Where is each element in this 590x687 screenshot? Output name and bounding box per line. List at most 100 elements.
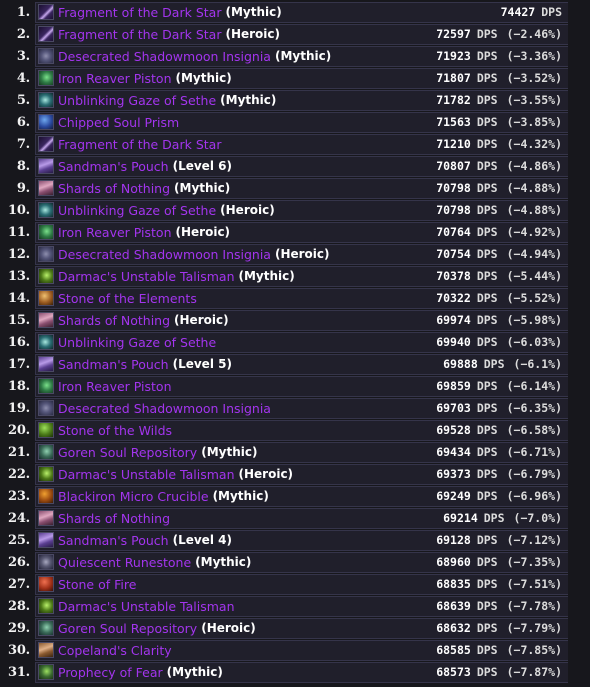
item-name[interactable]: Desecrated Shadowmoon Insignia: [58, 401, 271, 416]
ranking-row-body[interactable]: Unblinking Gaze of Sethe (Heroic) 70798 DPS…: [35, 199, 568, 221]
ranking-row[interactable]: 22. Darmac's Unstable Talisman (Heroic) 693…: [0, 463, 590, 485]
item-icon[interactable]: [38, 664, 54, 680]
ranking-row-body[interactable]: Stone of the Elements 70322 DPS (−5.52%): [35, 287, 568, 309]
ranking-row-body[interactable]: Fragment of the Dark Star (Heroic) 72597 DP…: [35, 23, 568, 45]
ranking-row-body[interactable]: Blackiron Micro Crucible (Mythic) 69249 DPS…: [35, 485, 568, 507]
ranking-row-body[interactable]: Sandman's Pouch (Level 5) 69888 DPS (−6.1%): [35, 353, 568, 375]
item-name[interactable]: Prophecy of Fear: [58, 665, 163, 680]
item-name[interactable]: Goren Soul Repository: [58, 445, 197, 460]
item-icon[interactable]: [38, 180, 54, 196]
item-icon[interactable]: [38, 202, 54, 218]
ranking-row-body[interactable]: Sandman's Pouch (Level 6) 70807 DPS (−4.86%): [35, 155, 568, 177]
ranking-row[interactable]: 31. Prophecy of Fear (Mythic) 68573 DPS (−7.8…: [0, 661, 590, 683]
item-name[interactable]: Stone of Fire: [58, 577, 136, 592]
ranking-row-body[interactable]: Stone of Fire 68835 DPS (−7.51%): [35, 573, 568, 595]
ranking-row[interactable]: 28. Darmac's Unstable Talisman 68639 DPS (−7…: [0, 595, 590, 617]
ranking-row[interactable]: 23. Blackiron Micro Crucible (Mythic) 69249…: [0, 485, 590, 507]
item-icon[interactable]: [38, 400, 54, 416]
item-name[interactable]: Blackiron Micro Crucible: [58, 489, 209, 504]
ranking-row-body[interactable]: Chipped Soul Prism 71563 DPS (−3.85%): [35, 111, 568, 133]
item-name[interactable]: Chipped Soul Prism: [58, 115, 179, 130]
ranking-row-body[interactable]: Shards of Nothing (Heroic) 69974 DPS (−5.98%…: [35, 309, 568, 331]
ranking-row[interactable]: 14. Stone of the Elements 70322 DPS (−5.52%): [0, 287, 590, 309]
item-name[interactable]: Stone of the Wilds: [58, 423, 172, 438]
ranking-row-body[interactable]: Fragment of the Dark Star 71210 DPS (−4.32%…: [35, 133, 568, 155]
item-icon[interactable]: [38, 532, 54, 548]
item-icon[interactable]: [38, 576, 54, 592]
ranking-row-body[interactable]: Darmac's Unstable Talisman 68639 DPS (−7.78…: [35, 595, 568, 617]
item-name[interactable]: Shards of Nothing: [58, 511, 170, 526]
item-name[interactable]: Goren Soul Repository: [58, 621, 197, 636]
item-name[interactable]: Unblinking Gaze of Sethe: [58, 335, 216, 350]
item-name[interactable]: Quiescent Runestone: [58, 555, 191, 570]
ranking-row[interactable]: 3. Desecrated Shadowmoon Insignia (Mythic)…: [0, 45, 590, 67]
item-icon[interactable]: [38, 642, 54, 658]
item-icon[interactable]: [38, 444, 54, 460]
ranking-row-body[interactable]: Shards of Nothing 69214 DPS (−7.0%): [35, 507, 568, 529]
ranking-row-body[interactable]: Unblinking Gaze of Sethe (Mythic) 71782 DPS…: [35, 89, 568, 111]
ranking-row-body[interactable]: Desecrated Shadowmoon Insignia 69703 DPS (−…: [35, 397, 568, 419]
item-icon[interactable]: [38, 246, 54, 262]
item-name[interactable]: Sandman's Pouch: [58, 159, 169, 174]
ranking-row[interactable]: 13. Darmac's Unstable Talisman (Mythic) 703…: [0, 265, 590, 287]
ranking-row[interactable]: 9. Shards of Nothing (Mythic) 70798 DPS (−4.8…: [0, 177, 590, 199]
item-name[interactable]: Darmac's Unstable Talisman: [58, 599, 235, 614]
item-name[interactable]: Iron Reaver Piston: [58, 379, 172, 394]
item-name[interactable]: Unblinking Gaze of Sethe: [58, 93, 216, 108]
ranking-row[interactable]: 24. Shards of Nothing 69214 DPS (−7.0%): [0, 507, 590, 529]
ranking-row[interactable]: 12. Desecrated Shadowmoon Insignia (Heroic…: [0, 243, 590, 265]
ranking-row[interactable]: 8. Sandman's Pouch (Level 6) 70807 DPS (−4.86…: [0, 155, 590, 177]
ranking-row-body[interactable]: Stone of the Wilds 69528 DPS (−6.58%): [35, 419, 568, 441]
ranking-row[interactable]: 5. Unblinking Gaze of Sethe (Mythic) 71782 D…: [0, 89, 590, 111]
item-icon[interactable]: [38, 620, 54, 636]
ranking-row[interactable]: 27. Stone of Fire 68835 DPS (−7.51%): [0, 573, 590, 595]
item-name[interactable]: Unblinking Gaze of Sethe: [58, 203, 216, 218]
item-name[interactable]: Iron Reaver Piston: [58, 71, 172, 86]
item-name[interactable]: Desecrated Shadowmoon Insignia: [58, 247, 271, 262]
item-name[interactable]: Iron Reaver Piston: [58, 225, 172, 240]
item-icon[interactable]: [38, 598, 54, 614]
item-icon[interactable]: [38, 224, 54, 240]
ranking-row[interactable]: 2. Fragment of the Dark Star (Heroic) 72597…: [0, 23, 590, 45]
ranking-row-body[interactable]: Goren Soul Repository (Mythic) 69434 DPS (−6…: [35, 441, 568, 463]
ranking-row[interactable]: 19. Desecrated Shadowmoon Insignia 69703 DP…: [0, 397, 590, 419]
item-icon[interactable]: [38, 136, 54, 152]
ranking-row[interactable]: 11. Iron Reaver Piston (Heroic) 70764 DPS (−4…: [0, 221, 590, 243]
item-icon[interactable]: [38, 356, 54, 372]
ranking-row[interactable]: 16. Unblinking Gaze of Sethe 69940 DPS (−6.0…: [0, 331, 590, 353]
ranking-row[interactable]: 4. Iron Reaver Piston (Mythic) 71807 DPS (−3.…: [0, 67, 590, 89]
ranking-row-body[interactable]: Iron Reaver Piston (Heroic) 70764 DPS (−4.92…: [35, 221, 568, 243]
ranking-row-body[interactable]: Quiescent Runestone (Mythic) 68960 DPS (−7.3…: [35, 551, 568, 573]
item-name[interactable]: Stone of the Elements: [58, 291, 197, 306]
item-icon[interactable]: [38, 4, 54, 20]
item-name[interactable]: Shards of Nothing: [58, 313, 170, 328]
ranking-row-body[interactable]: Goren Soul Repository (Heroic) 68632 DPS (−7…: [35, 617, 568, 639]
ranking-row[interactable]: 20. Stone of the Wilds 69528 DPS (−6.58%): [0, 419, 590, 441]
item-icon[interactable]: [38, 378, 54, 394]
item-icon[interactable]: [38, 48, 54, 64]
item-name[interactable]: Fragment of the Dark Star: [58, 27, 221, 42]
item-icon[interactable]: [38, 26, 54, 42]
ranking-row[interactable]: 7. Fragment of the Dark Star 71210 DPS (−4.3…: [0, 133, 590, 155]
ranking-row-body[interactable]: Prophecy of Fear (Mythic) 68573 DPS (−7.87%): [35, 661, 568, 683]
ranking-row[interactable]: 25. Sandman's Pouch (Level 4) 69128 DPS (−7.1…: [0, 529, 590, 551]
item-name[interactable]: Sandman's Pouch: [58, 357, 169, 372]
item-icon[interactable]: [38, 466, 54, 482]
item-icon[interactable]: [38, 312, 54, 328]
ranking-row-body[interactable]: Shards of Nothing (Mythic) 70798 DPS (−4.88%…: [35, 177, 568, 199]
ranking-row-body[interactable]: Desecrated Shadowmoon Insignia (Mythic) 71…: [35, 45, 568, 67]
item-name[interactable]: Shards of Nothing: [58, 181, 170, 196]
item-name[interactable]: Copeland's Clarity: [58, 643, 172, 658]
item-icon[interactable]: [38, 334, 54, 350]
ranking-row-body[interactable]: Darmac's Unstable Talisman (Heroic) 69373 D…: [35, 463, 568, 485]
ranking-row-body[interactable]: Iron Reaver Piston 69859 DPS (−6.14%): [35, 375, 568, 397]
item-icon[interactable]: [38, 158, 54, 174]
item-name[interactable]: Desecrated Shadowmoon Insignia: [58, 49, 271, 64]
item-icon[interactable]: [38, 488, 54, 504]
item-name[interactable]: Fragment of the Dark Star: [58, 137, 221, 152]
ranking-row[interactable]: 15. Shards of Nothing (Heroic) 69974 DPS (−5.…: [0, 309, 590, 331]
ranking-row[interactable]: 18. Iron Reaver Piston 69859 DPS (−6.14%): [0, 375, 590, 397]
ranking-row[interactable]: 10. Unblinking Gaze of Sethe (Heroic) 70798…: [0, 199, 590, 221]
ranking-row[interactable]: 1. Fragment of the Dark Star (Mythic) 74427…: [0, 1, 590, 23]
item-icon[interactable]: [38, 554, 54, 570]
